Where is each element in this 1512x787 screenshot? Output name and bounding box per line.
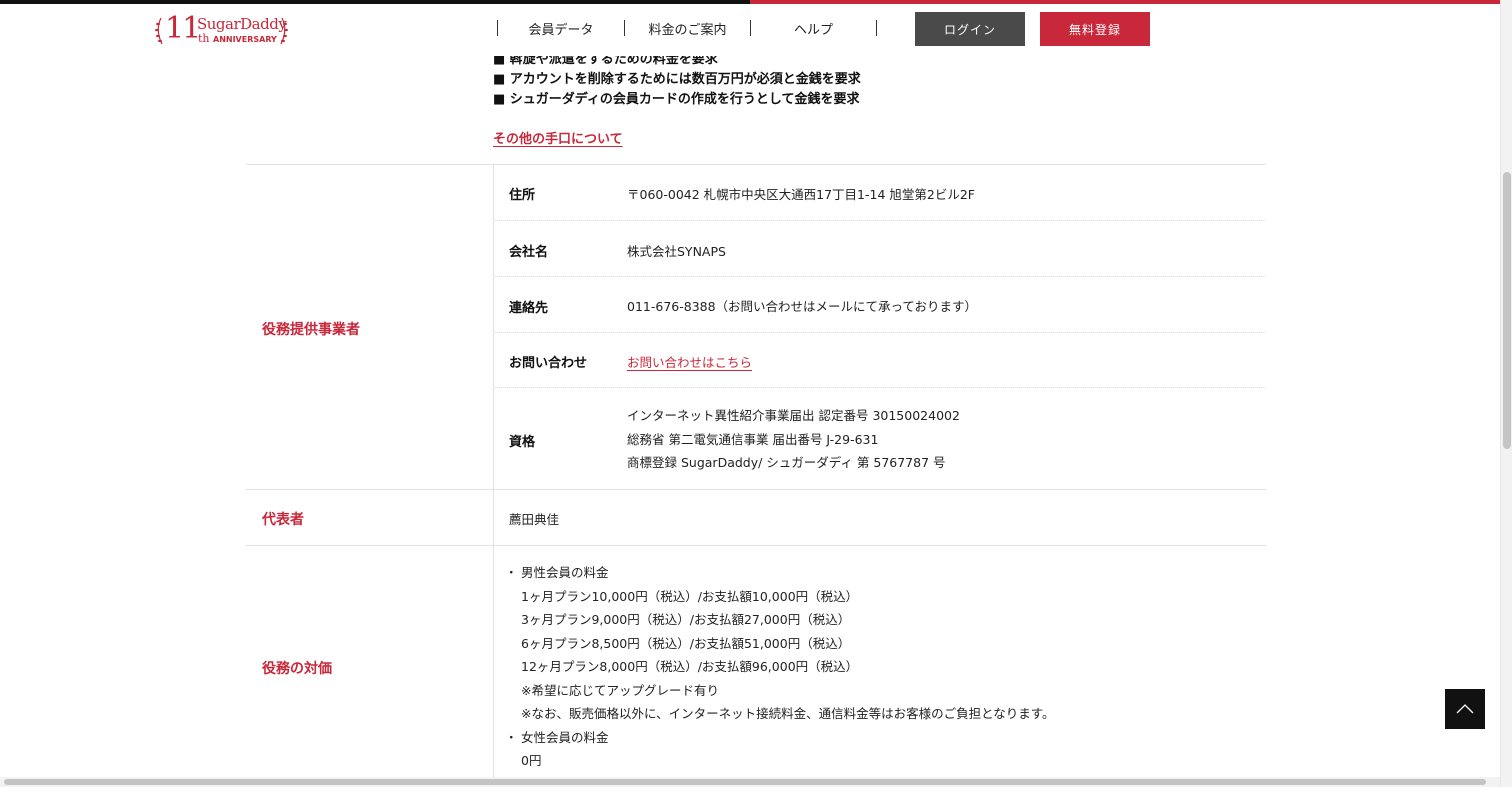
login-button[interactable]: ログイン	[915, 12, 1025, 46]
logo-suffix: th	[198, 32, 210, 45]
qualification-row: 資格 インターネット異性紹介事業届出 認定番号 30150024002 総務省 …	[493, 387, 1266, 490]
vertical-scrollbar[interactable]	[1500, 0, 1512, 787]
column-divider	[493, 490, 494, 545]
address-row: 住所 〒060-0042 札幌市中央区大通西17丁目1-14 旭堂第2ビル2F	[493, 165, 1266, 220]
address-key: 住所	[509, 188, 536, 203]
address-value: 〒060-0042 札幌市中央区大通西17丁目1-14 旭堂第2ビル2F	[627, 187, 975, 202]
other-methods-link[interactable]: その他の手口について	[493, 128, 623, 147]
scroll-to-top-button[interactable]	[1445, 689, 1485, 729]
nav-separator	[876, 20, 877, 36]
pricing-label: 役務の対価	[262, 661, 332, 677]
inquiry-row: お問い合わせ お問い合わせはこちら	[493, 332, 1266, 387]
qualification-line: インターネット異性紹介事業届出 認定番号 30150024002	[627, 408, 960, 423]
horizontal-scrollbar[interactable]	[0, 777, 1500, 787]
contact-key: 連絡先	[509, 301, 549, 316]
chevron-up-icon	[1456, 704, 1474, 714]
representative-value: 薦田典佳	[509, 512, 560, 527]
fraud-item: ■ シュガーダディの会員カードの作成を行うとして金銭を要求	[493, 92, 860, 107]
logo-anniversary: ANNIVERSARY	[213, 35, 277, 44]
price-line: 0円	[521, 753, 542, 768]
qualification-line: 総務省 第二電気通信事業 届出番号 J-29-631	[627, 431, 879, 447]
price-line: 6ヶ月プラン8,500円（税込）/お支払額51,000円（税込）	[521, 635, 851, 651]
company-name-value: 株式会社SYNAPS	[627, 244, 726, 259]
pricing-details: 男性会員の料金 1ヶ月プラン10,000円（税込）/お支払額10,000円（税込…	[509, 561, 1054, 773]
price-line: 1ヶ月プラン10,000円（税込）/お支払額10,000円（税込）	[521, 588, 859, 604]
contact-value: 011-676-8388（お問い合わせはメールにて承っております）	[627, 299, 978, 314]
male-pricing-title: 男性会員の料金	[509, 561, 1054, 585]
female-pricing-title: 女性会員の料金	[509, 726, 1054, 750]
price-note: ※希望に応じてアップグレード有り	[521, 682, 719, 698]
representative-label: 代表者	[262, 512, 304, 528]
horizontal-scrollbar-thumb[interactable]	[4, 779, 1486, 785]
nav-pricing[interactable]: 料金のご案内	[625, 19, 750, 38]
inquiry-key: お問い合わせ	[509, 356, 588, 371]
fraud-item: ■ アカウントを削除するためには数百万円が必須と金銭を要求	[493, 72, 861, 87]
qualification-value: インターネット異性紹介事業届出 認定番号 30150024002 総務省 第二電…	[627, 404, 960, 475]
company-name-key: 会社名	[509, 245, 549, 260]
column-divider	[493, 546, 494, 787]
company-name-row: 会社名 株式会社SYNAPS	[493, 220, 1266, 276]
inquiry-link[interactable]: お問い合わせはこちら	[627, 352, 752, 371]
logo-number: 11	[165, 11, 201, 46]
qualification-key: 資格	[509, 435, 536, 450]
price-line: 3ヶ月プラン9,000円（税込）/お支払額27,000円（税込）	[521, 612, 851, 627]
main-nav: 会員データ 料金のご案内 ヘルプ	[497, 16, 877, 40]
qualification-line: 商標登録 SugarDaddy/ シュガーダディ 第 5767787 号	[627, 455, 946, 470]
nav-member-data[interactable]: 会員データ	[498, 19, 624, 38]
contact-row: 連絡先 011-676-8388（お問い合わせはメールにて承っております）	[493, 276, 1266, 332]
logo-brand: SugarDaddy	[197, 15, 287, 33]
price-note: ※なお、販売価格以外に、インターネット接続料金、通信料金等はお客様のご負担となり…	[521, 706, 1055, 721]
pricing-row: 役務の対価 男性会員の料金 1ヶ月プラン10,000円（税込）/お支払額10,0…	[246, 545, 1266, 787]
signup-button[interactable]: 無料登録	[1040, 12, 1150, 46]
site-header: 11 SugarDaddy th ANNIVERSARY 会員データ 料金のご案…	[0, 4, 1500, 56]
provider-row: 役務提供事業者 住所 〒060-0042 札幌市中央区大通西17丁目1-14 旭…	[246, 164, 1266, 489]
nav-help[interactable]: ヘルプ	[751, 19, 876, 38]
representative-row: 代表者 薦田典佳	[246, 489, 1266, 545]
vertical-scrollbar-thumb[interactable]	[1503, 172, 1511, 449]
provider-label: 役務提供事業者	[262, 322, 360, 338]
price-line: 12ヶ月プラン8,000円（税込）/お支払額96,000円（税込）	[521, 659, 859, 674]
